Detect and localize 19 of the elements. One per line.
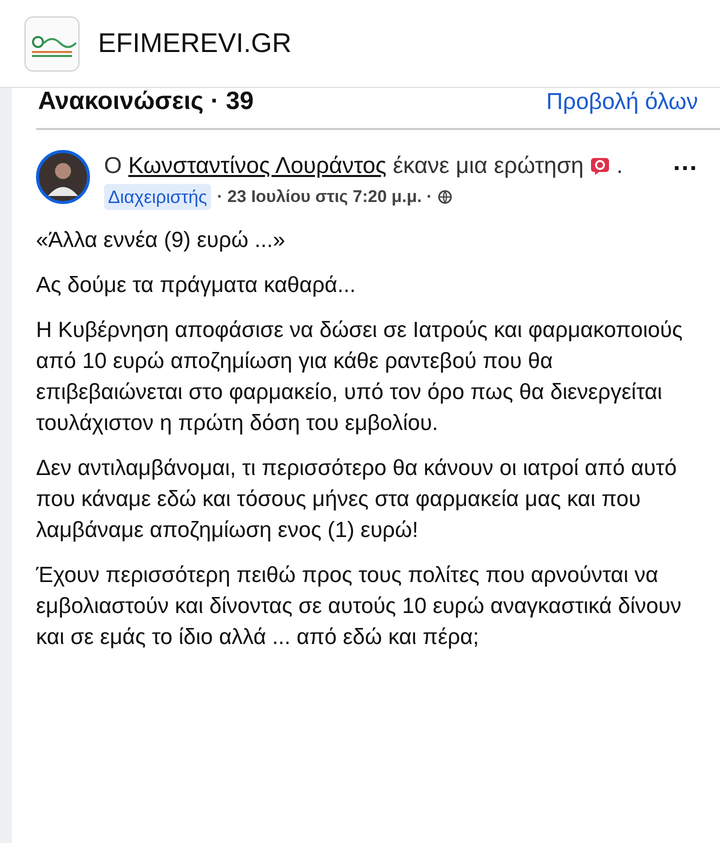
admin-badge: Διαχειριστής [104,184,212,210]
post-punctuation: . [616,152,623,178]
post-paragraph: Δεν αντιλαμβάνομαι, τι περισσότερο θα κάνουν οι ιατροί από αυτό που κάναμε εδώ και τόσους μήνες στα φαρμακεία μας και που λαμβάναμε αποζημίωση ενος (1) ευρώ! [36,454,678,544]
site-title: EFIMEREVI.GR [98,28,292,59]
more-button[interactable]: … [660,148,710,174]
post-paragraph: Η Κυβέρνηση αποφάσισε να δώσει σε Ιατρούς και φαρμακοποιούς από 10 ευρώ αποζημίωση για κάθε ραντεβού που θα επιβεβαιώνεται στο φαρμακείο, υπό τον όρο πως θα διενεργείται τουλάχιστον η πρώτη δόση του εμβολίου. [36,316,684,437]
avatar[interactable] [36,150,90,204]
post-date[interactable]: · 23 Ιουλίου στις 7:20 μ.μ. · [217,184,432,210]
post-paragraph: «Άλλα εννέα (9) ευρώ ...» [36,226,286,254]
question-icon [590,156,610,176]
author-link[interactable]: Κωνσταντίνος Λουράντος [128,152,386,178]
post-paragraph: Έχουν περισσότερη πειθώ προς τους πολίτες που αρνούνται να εμβολιαστούν και δίνοντας σε αυτούς 10 ευρώ αναγκαστικά δίνουν και σε εμάς το ίδιο αλλά ... από εδώ και πέρα; [36,561,682,651]
view-all-link[interactable]: Προβολή όλων [546,88,698,114]
globe-icon [438,190,452,204]
post-action: έκανε μια ερώτηση [392,152,584,178]
post-paragraph: Ας δούμε τα πράγματα καθαρά... [36,271,357,299]
section-title: Ανακοινώσεις · 39 [38,86,254,116]
logo-icon [24,16,80,72]
post-prefix: Ο [104,152,122,178]
